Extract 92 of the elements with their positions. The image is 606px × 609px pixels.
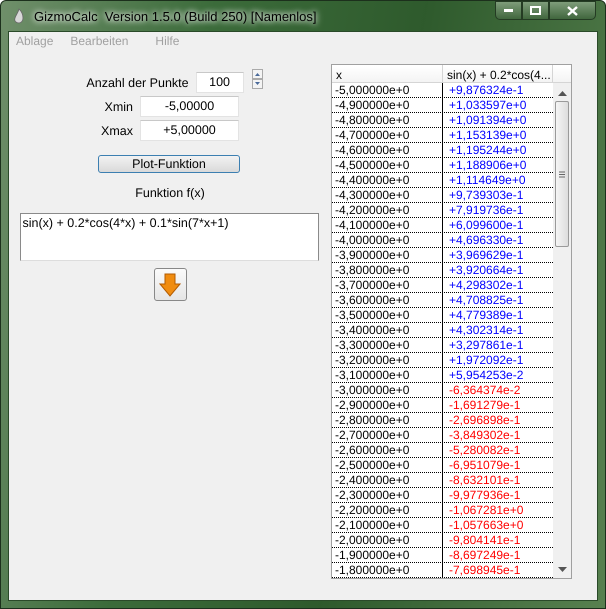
table-cell-text: +4,708825e-1 — [448, 293, 524, 307]
table-cell: -4,600000e+0 — [332, 143, 443, 157]
close-icon — [567, 6, 578, 16]
table-cell-text: +9,876324e-1 — [448, 83, 524, 97]
minimize-button[interactable] — [495, 1, 522, 20]
field-label: Xmax — [100, 124, 133, 138]
close-button[interactable] — [549, 1, 596, 20]
table-cell-text: +4,298302e-1 — [448, 278, 524, 292]
maximize-icon — [530, 6, 541, 15]
table-cell: -3,600000e+0 — [332, 293, 443, 307]
table-cell-text: +1,195244e+0 — [448, 143, 528, 157]
table-cell-text: +1,188906e+0 — [448, 158, 528, 172]
table-cell-text: +3,297861e-1 — [448, 338, 524, 352]
function-label: Funktion f(x) — [135, 186, 205, 200]
table-cell-text: -2,696898e-1 — [448, 413, 522, 427]
column-header[interactable]: sin(x) + 0.2*cos(4... — [443, 65, 553, 82]
table-cell-text: -1,067281e+0 — [448, 503, 524, 517]
table-cell: -4,800000e+0 — [332, 113, 443, 127]
table-cell: -2,500000e+0 — [332, 458, 443, 472]
table-cell-text: -1,691279e-1 — [448, 398, 522, 412]
table-cell: -2,900000e+0 — [332, 398, 443, 412]
table-cell: -2,300000e+0 — [332, 488, 443, 502]
table-cell-text: +3,969629e-1 — [448, 248, 524, 262]
table-cell-text: +7,919736e-1 — [448, 203, 524, 217]
table-cell-text: -5,280082e-1 — [448, 443, 522, 457]
number-field[interactable]: +5,00000 — [140, 120, 239, 141]
scroll-up-icon[interactable] — [558, 91, 566, 96]
table-cell-text: -6,364374e-2 — [448, 383, 522, 397]
scrollbar-thumb[interactable] — [555, 101, 569, 247]
field-label: Xmin — [104, 100, 133, 114]
table-cell: -3,400000e+0 — [332, 323, 443, 337]
table-cell: -3,800000e+0 — [332, 263, 443, 277]
table-cell-text: +5,954253e-2 — [448, 368, 524, 382]
grip-icon — [559, 170, 565, 178]
table-cell: -3,200000e+0 — [332, 353, 443, 367]
table-cell: -2,200000e+0 — [332, 503, 443, 517]
table-cell: -3,000000e+0 — [332, 383, 443, 397]
table-cell-text: -9,977936e-1 — [448, 488, 522, 502]
arrow-down-button[interactable] — [154, 268, 186, 301]
plot-button[interactable]: Plot-Funktion — [98, 155, 240, 173]
table-cell: -5,000000e+0 — [332, 83, 443, 97]
table-cell: -4,200000e+0 — [332, 203, 443, 217]
table-cell: -2,100000e+0 — [332, 518, 443, 532]
table-cell: -4,000000e+0 — [332, 233, 443, 247]
table-cell-text: +1,091394e+0 — [448, 113, 528, 127]
table-cell: -1,900000e+0 — [332, 548, 443, 562]
table-cell: -2,700000e+0 — [332, 428, 443, 442]
table-cell-text: -6,951079e-1 — [448, 458, 522, 472]
table-cell: -4,500000e+0 — [332, 158, 443, 172]
column-header[interactable]: x — [332, 65, 443, 82]
table-cell: -3,300000e+0 — [332, 338, 443, 352]
function-field[interactable]: sin(x) + 0.2*cos(4*x) + 0.1*sin(7*x+1) — [20, 213, 318, 261]
table-cell-text: +1,153139e+0 — [448, 128, 528, 142]
table-cell-text: +3,920664e-1 — [448, 263, 524, 277]
table-cell-text: +1,033597e+0 — [448, 98, 528, 112]
table-cell: -4,300000e+0 — [332, 188, 443, 202]
table-cell: -2,000000e+0 — [332, 533, 443, 547]
table-cell: -4,400000e+0 — [332, 173, 443, 187]
table-cell: -4,900000e+0 — [332, 98, 443, 112]
table-cell: -2,600000e+0 — [332, 443, 443, 457]
table-cell-text: -7,698945e-1 — [448, 563, 522, 577]
table-cell-text: +4,779389e-1 — [448, 308, 524, 322]
table-cell-text: -1,057663e+0 — [448, 518, 524, 532]
table-cell-text: +1,114649e+0 — [448, 173, 527, 187]
window-title: GizmoCalc Version 1.5.0 (Build 250) [Namenlos] — [34, 8, 318, 24]
table-cell-text: -3,849302e-1 — [448, 428, 522, 442]
minimize-icon — [504, 9, 513, 12]
table-cell: -2,400000e+0 — [332, 473, 443, 487]
scrollbar[interactable] — [553, 83, 571, 578]
table-cell: -3,900000e+0 — [332, 248, 443, 262]
app-icon — [12, 8, 26, 24]
table-cell-text: +4,302314e-1 — [448, 323, 524, 337]
table-cell: -3,700000e+0 — [332, 278, 443, 292]
table-cell: -4,700000e+0 — [332, 128, 443, 142]
table-cell-text: -9,804141e-1 — [448, 533, 522, 547]
table-cell-text: +1,972092e-1 — [448, 353, 524, 367]
table-cell-text: -8,697249e-1 — [448, 548, 522, 562]
table-cell: -3,100000e+0 — [332, 368, 443, 382]
table-cell-text: +6,099600e-1 — [448, 218, 524, 232]
table-cell: -3,500000e+0 — [332, 308, 443, 322]
spinner-icon[interactable] — [252, 69, 263, 89]
table-cell-text: +4,696330e-1 — [448, 233, 524, 247]
maximize-button[interactable] — [522, 1, 549, 20]
table-cell: -1,800000e+0 — [332, 563, 443, 577]
scroll-down-icon[interactable] — [558, 567, 566, 572]
number-field[interactable]: -5,00000 — [140, 96, 239, 117]
table-cell: -2,800000e+0 — [332, 413, 443, 427]
number-field[interactable]: 100 — [196, 72, 244, 93]
field-label: Anzahl der Punkte — [86, 76, 189, 90]
table-cell-text: -8,632101e-1 — [448, 473, 522, 487]
table-cell: -4,100000e+0 — [332, 218, 443, 232]
table-cell-text: +9,739303e-1 — [448, 188, 524, 202]
